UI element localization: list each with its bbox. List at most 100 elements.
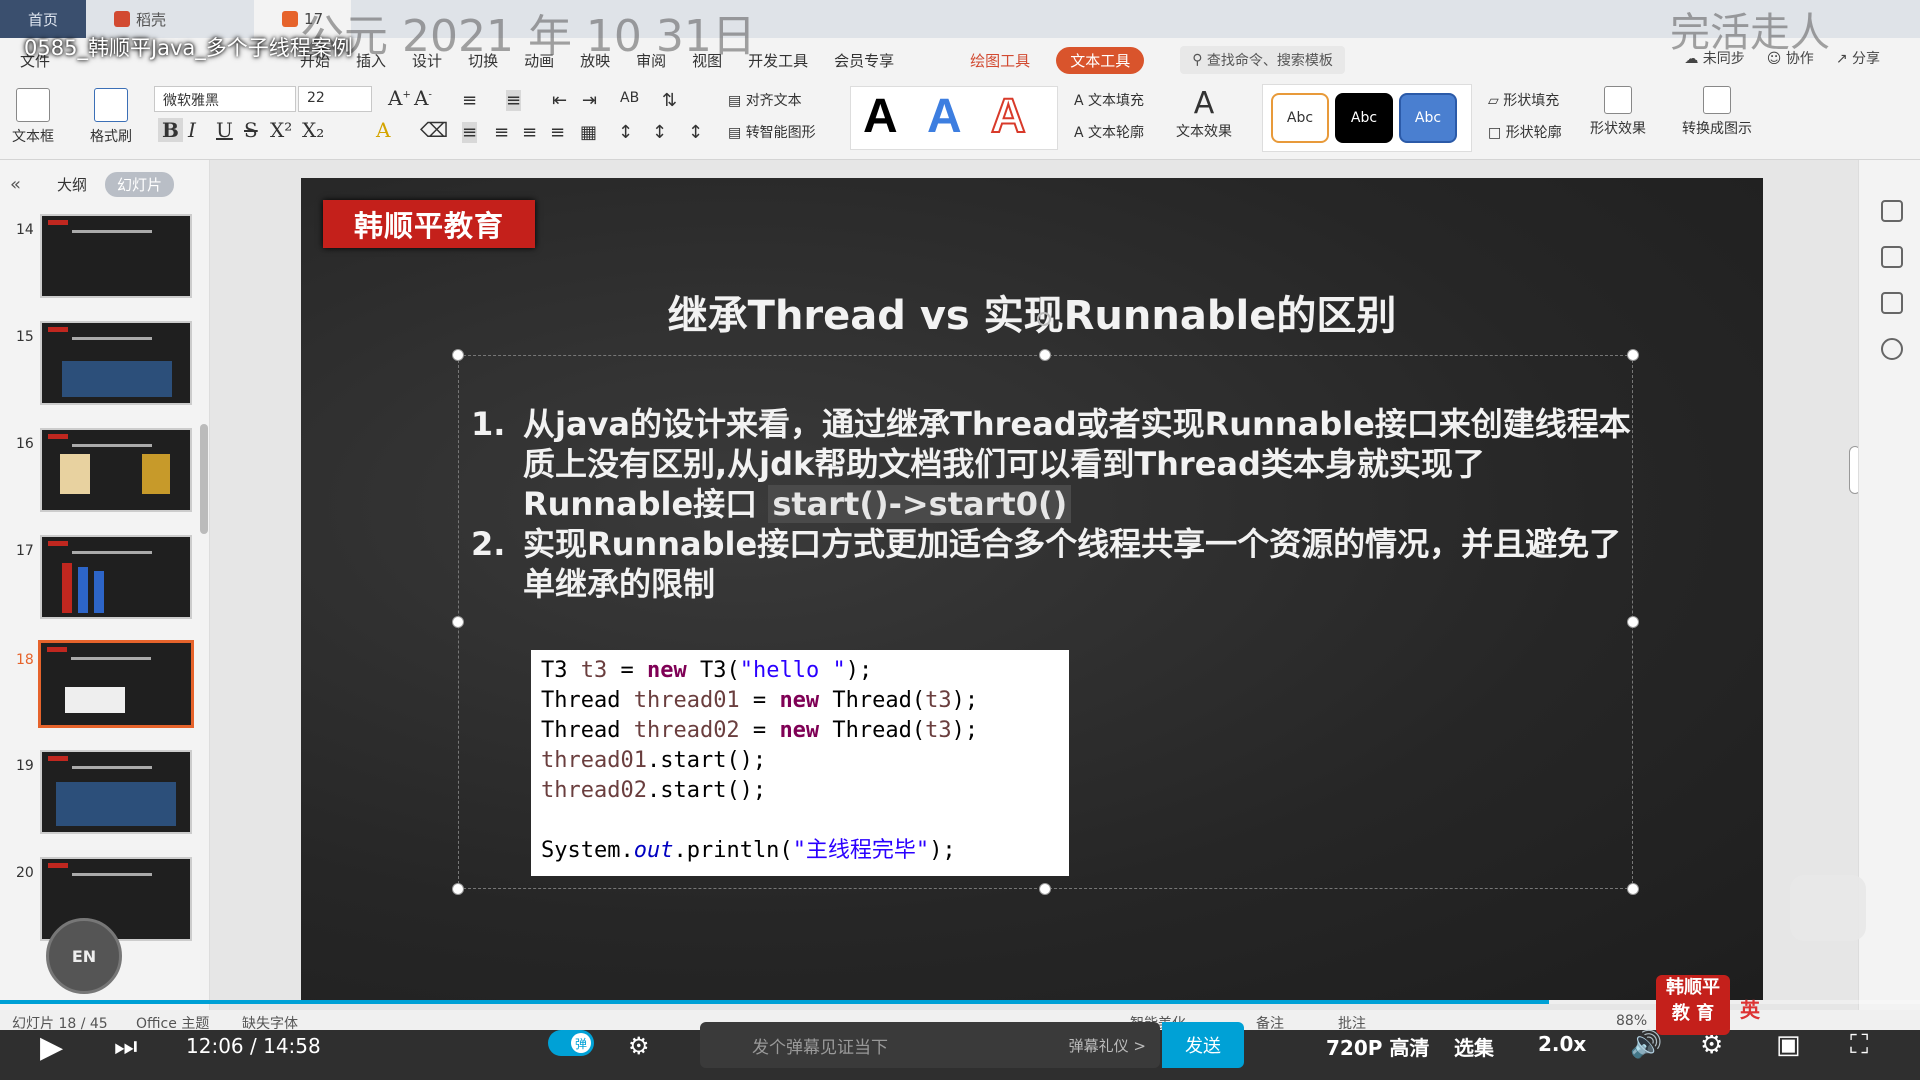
- ribbon-toolbar: 文本框 格式刷 微软雅黑 22 A+ A- B I U S X² X₂ A ⌫ …: [0, 82, 1920, 160]
- zoom-level[interactable]: 88%: [1616, 1013, 1647, 1029]
- smartart-button[interactable]: ▤ 转智能图形: [728, 122, 816, 142]
- text-style-red-outline[interactable]: A: [990, 89, 1027, 144]
- danmu-settings-icon[interactable]: ⚙: [628, 1032, 650, 1060]
- shape-style-blue[interactable]: Abc: [1399, 93, 1457, 143]
- subscript-button[interactable]: X₂: [302, 118, 324, 142]
- align-text-button[interactable]: ▤ 对齐文本: [728, 90, 802, 110]
- next-icon[interactable]: ⏭: [114, 1032, 137, 1063]
- resize-handle[interactable]: [452, 349, 464, 361]
- tab-slides[interactable]: 幻灯片: [105, 172, 175, 197]
- align-left-icon[interactable]: ≡: [462, 122, 478, 143]
- bullet-point-1[interactable]: 1. 从java的设计来看，通过继承Thread或者实现Runnable接口来创建…: [471, 404, 1631, 524]
- text-direction-icon[interactable]: AB: [620, 90, 639, 106]
- total-time: 14:58: [263, 1034, 321, 1058]
- font-color-button[interactable]: A: [376, 118, 390, 142]
- thumbnail-scrollbar[interactable]: [200, 424, 208, 534]
- danmu-etiquette-link[interactable]: 弹幕礼仪 >: [1069, 1035, 1146, 1056]
- star-icon[interactable]: [1881, 246, 1903, 268]
- panel-tabs: « 大纲 幻灯片: [10, 172, 175, 197]
- resize-handle[interactable]: [1627, 616, 1639, 628]
- resize-handle[interactable]: [1039, 883, 1051, 895]
- bullet-point-2[interactable]: 2. 实现Runnable接口方式更加适合多个线程共享一个资源的情况，并且避免了 …: [471, 524, 1621, 604]
- slide-thumbnail[interactable]: [40, 321, 192, 405]
- copy-icon[interactable]: [1881, 292, 1903, 314]
- sort-icon[interactable]: ⇅: [662, 90, 677, 111]
- textbox-button[interactable]: 文本框: [12, 88, 54, 146]
- shape-outline-button[interactable]: □ 形状轮廓: [1488, 122, 1562, 142]
- bilibili-tv-icon[interactable]: [1790, 875, 1866, 941]
- font-size-select[interactable]: 22: [298, 86, 372, 112]
- distribute-icon[interactable]: ▦: [580, 122, 597, 143]
- shrink-font-icon[interactable]: A-: [414, 86, 432, 110]
- convert-to-diagram-button[interactable]: 转换成图示: [1682, 86, 1752, 138]
- slide-thumbnail[interactable]: [40, 750, 192, 834]
- columns-icon[interactable]: ↕: [688, 122, 703, 143]
- slide-thumbnail-selected[interactable]: [38, 640, 194, 728]
- shape-fill-button[interactable]: ▱ 形状填充: [1488, 90, 1559, 110]
- text-style-black[interactable]: A: [863, 89, 898, 144]
- underline-button[interactable]: U: [216, 118, 233, 142]
- shape-style-orange[interactable]: Abc: [1271, 93, 1329, 143]
- strike-button[interactable]: S: [244, 118, 258, 142]
- speed-selector[interactable]: 2.0x: [1538, 1032, 1586, 1056]
- command-search[interactable]: ⚲ 查找命令、搜索模板: [1180, 46, 1345, 74]
- menu-devtools[interactable]: 开发工具: [748, 50, 808, 71]
- text-outline-label: 文本轮廓: [1088, 125, 1145, 141]
- collapse-icon[interactable]: «: [10, 174, 21, 195]
- share-button[interactable]: ↗ 分享: [1836, 48, 1880, 68]
- slide-thumbnail[interactable]: [40, 428, 192, 512]
- numbered-list-icon[interactable]: ≡: [506, 90, 522, 111]
- send-button[interactable]: 发送: [1162, 1022, 1244, 1068]
- align-center-icon[interactable]: ≡: [494, 122, 509, 143]
- resize-handle[interactable]: [1039, 349, 1051, 361]
- video-progress-bar[interactable]: [0, 1000, 1920, 1004]
- text-fill-button[interactable]: A 文本填充: [1074, 90, 1144, 110]
- resize-handle[interactable]: [1627, 349, 1639, 361]
- superscript-button[interactable]: X²: [270, 118, 292, 142]
- menu-member[interactable]: 会员专享: [834, 50, 894, 71]
- play-icon[interactable]: ▶: [40, 1030, 63, 1065]
- en-badge[interactable]: EN: [46, 918, 122, 994]
- text-effect-button[interactable]: A 文本效果: [1176, 86, 1232, 141]
- pip-icon[interactable]: ▣: [1776, 1030, 1801, 1060]
- properties-icon[interactable]: [1881, 200, 1903, 222]
- bullet-list-icon[interactable]: ≡: [462, 90, 477, 111]
- brand-label: 韩顺平教育: [323, 200, 535, 248]
- resize-handle[interactable]: [452, 883, 464, 895]
- tab-outline[interactable]: 大纲: [57, 174, 87, 195]
- align-right-icon[interactable]: ≡: [522, 122, 537, 143]
- danmu-input[interactable]: 发个弹幕见证当下 弹幕礼仪 >: [700, 1022, 1160, 1068]
- slide-title[interactable]: 继承Thread vs 实现Runnable的区别: [301, 283, 1763, 341]
- text-style-blue[interactable]: A: [927, 89, 962, 144]
- rotate-handle-icon[interactable]: [1037, 312, 1051, 326]
- danmu-toggle[interactable]: 弹: [548, 1030, 594, 1056]
- grow-font-icon[interactable]: A+: [388, 86, 411, 110]
- justify-icon[interactable]: ≡: [550, 122, 565, 143]
- quality-selector[interactable]: 720P 高清: [1326, 1032, 1429, 1061]
- menu-text-tools[interactable]: 文本工具: [1056, 46, 1145, 74]
- slide-thumbnail[interactable]: [40, 535, 192, 619]
- menu-draw-tools[interactable]: 绘图工具: [970, 50, 1030, 71]
- fullscreen-icon[interactable]: ⛶: [1850, 1030, 1868, 1061]
- decrease-indent-icon[interactable]: ⇤: [552, 90, 567, 111]
- font-family-select[interactable]: 微软雅黑: [154, 86, 296, 112]
- resize-handle[interactable]: [452, 616, 464, 628]
- shape-effect-button[interactable]: 形状效果: [1590, 86, 1646, 138]
- line-spacing-icon[interactable]: ↕: [618, 122, 633, 143]
- bold-button[interactable]: B: [158, 118, 183, 142]
- resize-handle[interactable]: [1627, 883, 1639, 895]
- text-outline-button[interactable]: A 文本轮廓: [1074, 122, 1144, 142]
- format-painter-button[interactable]: 格式刷: [90, 88, 132, 146]
- slide-thumbnail[interactable]: [40, 214, 192, 298]
- clear-format-icon[interactable]: ⌫: [420, 118, 448, 142]
- shape-style-black[interactable]: Abc: [1335, 93, 1393, 143]
- increase-indent-icon[interactable]: ⇥: [582, 90, 597, 111]
- episodes-button[interactable]: 选集: [1454, 1032, 1494, 1061]
- video-overlay-date: 公元 2021 年 10 31日: [300, 11, 756, 62]
- thumb-number: 16: [16, 436, 34, 452]
- italic-button[interactable]: I: [188, 118, 196, 142]
- para-spacing-icon[interactable]: ↕: [652, 122, 667, 143]
- help-icon[interactable]: [1881, 338, 1903, 360]
- volume-icon[interactable]: 🔊: [1630, 1030, 1662, 1060]
- text-style-gallery: A A A: [850, 86, 1058, 150]
